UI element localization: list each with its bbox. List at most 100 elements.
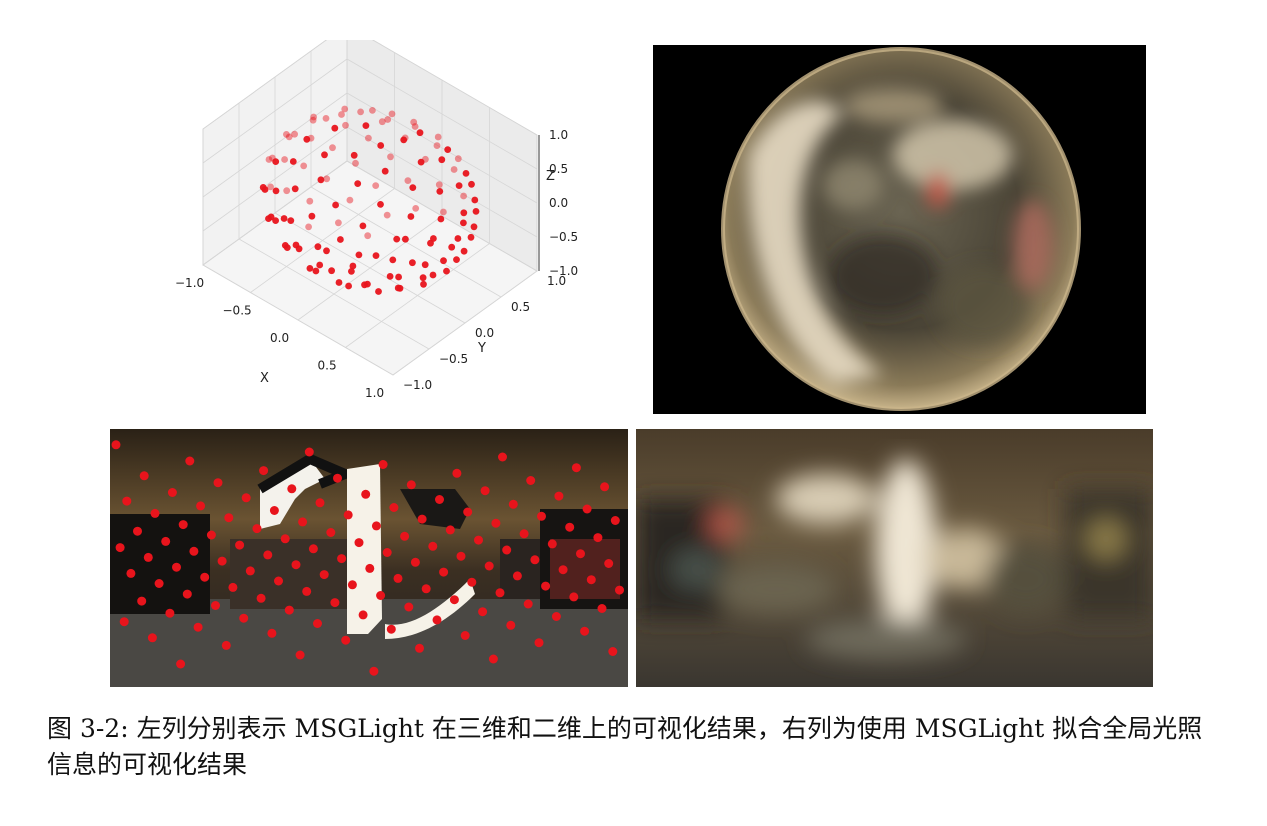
light-point	[326, 528, 336, 537]
scatter-point	[450, 166, 458, 173]
light-point	[185, 456, 195, 466]
light-point	[259, 466, 269, 476]
y-tick-label: 0.5	[511, 300, 530, 314]
scatter-point	[409, 259, 416, 267]
scatter-point	[393, 235, 401, 243]
scatter-point	[467, 233, 475, 241]
light-point	[526, 476, 536, 485]
scatter-point	[283, 244, 291, 252]
scatter-point	[291, 185, 299, 193]
light-point	[410, 557, 420, 567]
scatter-point	[280, 215, 288, 222]
light-point	[319, 570, 329, 580]
light-point	[537, 511, 546, 521]
light-point	[147, 633, 157, 643]
scatter-point	[345, 282, 352, 290]
scatter-point	[317, 176, 325, 184]
light-point	[610, 516, 620, 525]
light-point	[593, 533, 603, 543]
scatter-point	[381, 167, 389, 175]
light-point	[439, 567, 449, 577]
light-point	[452, 468, 462, 478]
scatter-point	[303, 135, 311, 143]
figure-caption: 图 3-2: 左列分别表示 MSGLight 在三维和二维上的可视化结果，右列为…	[47, 714, 1203, 779]
scatter-point	[472, 208, 480, 215]
light-point	[393, 573, 403, 583]
scatter-point	[434, 133, 442, 141]
light-point	[308, 544, 318, 554]
light-point	[178, 520, 188, 530]
scatter-point	[454, 155, 462, 163]
light-point	[600, 482, 610, 492]
light-point	[228, 582, 238, 592]
x-tick-label: 0.0	[270, 331, 289, 345]
scatter-point	[438, 156, 446, 164]
light-point	[252, 524, 262, 534]
panorama-with-light-points	[110, 429, 628, 687]
light-point	[235, 540, 245, 550]
light-point	[193, 622, 203, 632]
light-point	[245, 566, 255, 576]
scatter-point	[404, 177, 412, 185]
light-point	[460, 631, 470, 640]
light-point	[488, 654, 498, 664]
scatter-point	[306, 197, 314, 205]
scatter-point	[383, 211, 391, 219]
scatter-point	[427, 239, 434, 247]
light-point	[369, 666, 379, 676]
x-tick-label: −1.0	[175, 276, 204, 290]
scatter-point	[454, 235, 462, 242]
y-axis-label: Y	[477, 341, 486, 356]
scatter-point	[335, 219, 342, 227]
light-point	[365, 563, 375, 573]
scatter-point	[455, 182, 463, 190]
light-point	[165, 608, 175, 618]
light-point	[176, 659, 186, 669]
light-point	[217, 556, 227, 566]
scatter-point	[448, 243, 456, 251]
light-point	[456, 551, 466, 561]
light-point	[400, 531, 410, 541]
y-tick-label: −1.0	[403, 378, 432, 392]
scatter-point	[375, 288, 382, 295]
light-point	[347, 580, 357, 590]
light-point	[211, 601, 220, 610]
scatter-point	[372, 182, 380, 190]
light-point	[551, 612, 561, 621]
scatter-point	[364, 280, 371, 288]
scatter-point	[402, 235, 409, 243]
light-point	[478, 607, 488, 617]
scatter-point	[283, 187, 291, 195]
scatter-point	[359, 222, 367, 230]
scatter-point	[331, 124, 339, 132]
rendered-sphere-panel	[653, 45, 1146, 414]
light-point	[302, 586, 312, 596]
light-point	[304, 447, 314, 457]
scatter-point	[314, 243, 322, 251]
light-point	[417, 514, 427, 524]
light-point	[586, 575, 596, 585]
scatter-point	[272, 217, 279, 225]
scatter-point	[470, 223, 478, 231]
light-point	[354, 538, 364, 548]
x-tick-label: 1.0	[365, 386, 384, 400]
scatter-point	[471, 196, 479, 204]
scatter-point	[272, 158, 280, 165]
light-point	[221, 640, 231, 650]
light-point	[389, 503, 399, 512]
light-point	[224, 513, 234, 523]
light-point	[154, 579, 164, 588]
light-point	[428, 541, 438, 551]
y-tick-label: 0.0	[475, 326, 494, 340]
light-point	[421, 584, 431, 594]
light-point	[404, 602, 414, 612]
light-point	[547, 539, 557, 549]
light-point	[382, 548, 392, 557]
light-point	[361, 489, 371, 499]
light-point	[569, 592, 579, 602]
light-point	[512, 571, 522, 581]
z-tick-label: −1.0	[549, 264, 578, 278]
light-point	[119, 617, 129, 627]
light-point	[608, 647, 618, 656]
z-axis-label: Z	[546, 169, 555, 184]
